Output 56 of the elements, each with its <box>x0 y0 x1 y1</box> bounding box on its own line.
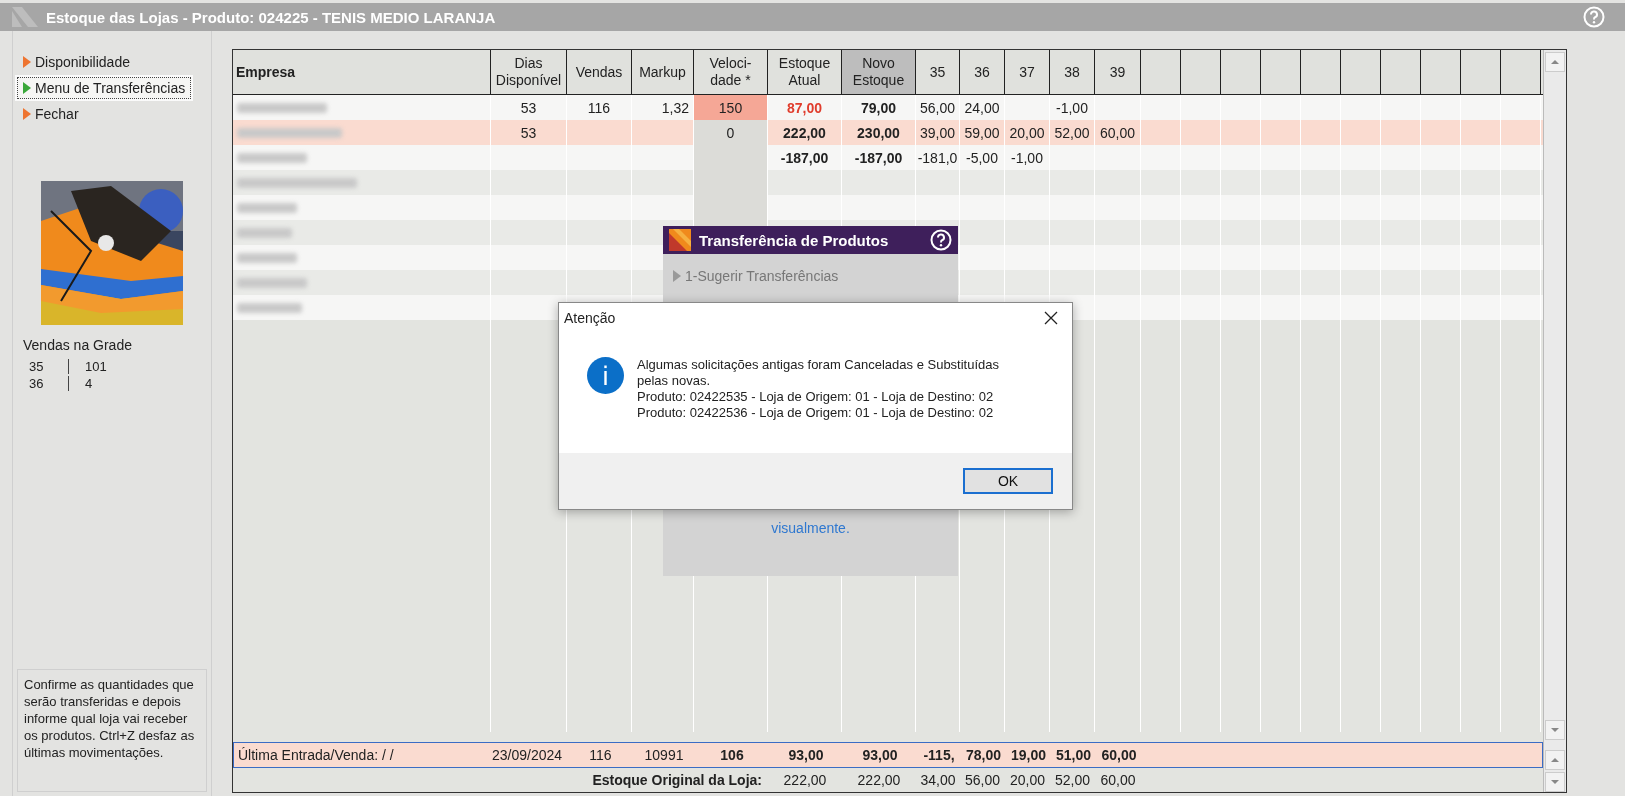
table-cell: 93,00 <box>788 747 824 763</box>
hint-text: Confirme as quantidades que serão transferidas e depois informe qual loja vai receber os produtos. Ctrl+Z desfaz as últimas movimentações. <box>17 669 207 792</box>
table-cell: 222,00 <box>857 772 901 788</box>
table-cell: 222,00 <box>783 124 826 141</box>
table-cell: -1,00 <box>1056 99 1088 116</box>
table-cell: 20,00 <box>1009 124 1045 141</box>
panel-title: Transferência de Produtos <box>699 231 890 249</box>
table-cell: 23/09/2024 <box>492 747 563 763</box>
table-cell: 19,00 <box>1010 747 1046 763</box>
summary-label: Última Entrada/Venda: / / <box>238 747 394 763</box>
table-cell: 59,00 <box>964 124 1000 141</box>
table-cell: -187,00 <box>854 149 903 166</box>
table-cell: 34,00 <box>920 772 956 788</box>
table-cell: 106 <box>720 747 744 763</box>
panel-text: visualmente. <box>770 520 851 536</box>
dialog-title: Atenção <box>564 310 616 326</box>
table-cell: 79,00 <box>860 99 896 116</box>
table-cell: 53 <box>520 99 537 116</box>
table-cell: -1,00 <box>1011 149 1043 166</box>
dialog-message: Algumas solicitações antigas foram Canceladas e Substituídas pelas novas. <box>637 357 1001 389</box>
table-cell: 52,00 <box>1054 772 1090 788</box>
table-cell: 222,00 <box>783 772 827 788</box>
dialog-message: Produto: 02422536 - Loja de Origem: 01 - Loja de Destino: 02 <box>637 405 995 421</box>
table-cell: 60,00 <box>1099 124 1135 141</box>
table-cell: 1,32 <box>661 99 689 116</box>
sales-grid-title: Vendas na Grade <box>23 337 133 353</box>
sales-count: 101 <box>84 359 108 374</box>
table-cell: 24,00 <box>964 99 1000 116</box>
table-cell: -187,00 <box>780 149 829 166</box>
table-cell: 56,00 <box>919 99 955 116</box>
table-cell: 56,00 <box>964 772 1000 788</box>
table-cell: 60,00 <box>1100 772 1136 788</box>
dialog-message: Produto: 02422535 - Loja de Origem: 01 - Loja de Destino: 02 <box>637 389 995 405</box>
table-cell: 53 <box>520 124 537 141</box>
table-cell: 93,00 <box>862 747 898 763</box>
table-cell: 78,00 <box>965 747 1001 763</box>
table-cell: 0 <box>726 124 735 141</box>
table-cell: -181,0 <box>917 149 958 166</box>
table-cell: -5,00 <box>966 149 998 166</box>
table-cell: 150 <box>718 99 743 116</box>
table-cell: 87,00 <box>786 99 822 116</box>
size-label: 35 <box>29 359 69 374</box>
table-cell: 39,00 <box>919 124 955 141</box>
sales-count: 4 <box>84 376 94 391</box>
table-cell: -115, <box>923 747 955 763</box>
size-label: 36 <box>29 376 69 391</box>
table-cell: 52,00 <box>1054 124 1090 141</box>
table-cell: 60,00 <box>1101 747 1137 763</box>
table-cell: 116 <box>587 99 611 116</box>
table-cell: 116 <box>589 747 612 763</box>
table-cell: 230,00 <box>857 124 900 141</box>
table-cell: 20,00 <box>1009 772 1045 788</box>
original-stock-label: Estoque Original da Loja: <box>592 772 762 788</box>
table-cell: 51,00 <box>1055 747 1091 763</box>
table-cell: 10991 <box>644 747 684 763</box>
window-title: Estoque das Lojas - Produto: 024225 - TENIS MEDIO LARANJA <box>46 8 497 26</box>
